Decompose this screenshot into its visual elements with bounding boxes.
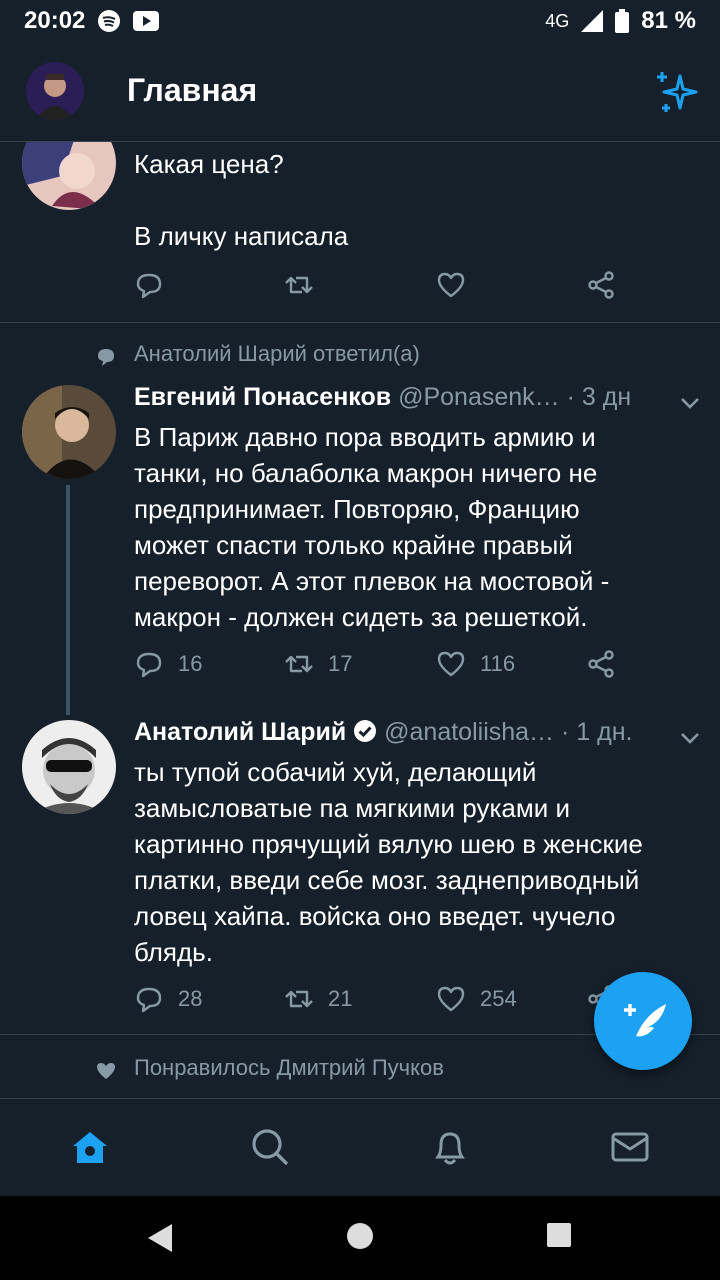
chevron-down-icon[interactable] [678,391,702,415]
tweet-actions [134,270,654,310]
home-icon[interactable] [70,1127,110,1167]
like-button[interactable]: 254 [436,984,517,1014]
status-bar: 20:02 4G 81 % [0,0,720,42]
tweet-text-line: переворот. А этот плевок на мостовой - [134,566,610,596]
social-context: Понравилось Дмитрий Пучков [134,1055,444,1080]
retweet-button[interactable] [284,270,314,300]
reply-button[interactable] [134,270,164,300]
like-icon [437,651,465,677]
social-context: Анатолий Шарий ответил(а) [134,341,420,366]
chevron-down-icon[interactable] [678,726,702,750]
tweet-text-line: В Париж давно пора вводить армию и [134,422,596,452]
tweet-text-line: ловец хайпа. войска оно введет. чучело [134,901,616,931]
tweet-avatar[interactable] [22,142,116,210]
back-icon[interactable] [146,1222,174,1254]
signal-icon [581,10,604,32]
tweet-text-line: платки, введи себе мозг. заднеприводный [134,865,640,895]
tweet-header: Анатолий Шарий @anatoliisha… · 1 дн. [134,718,632,747]
spotify-icon [98,10,121,32]
author-handle[interactable]: @Ponasenk… [398,383,560,411]
youtube-icon [133,11,160,31]
share-button[interactable] [586,270,616,300]
home-circle-icon[interactable] [346,1222,374,1250]
like-icon [437,272,465,298]
tweet-text-line: В личку написала [134,221,349,251]
tweet-actions: 16 17 116 [134,649,654,689]
tweet-text: В Париж давно пора вводить армию и танки… [134,419,609,635]
tweet-avatar[interactable] [22,720,116,814]
reply-count: 28 [178,986,203,1011]
battery-icon [615,9,630,33]
tweet-avatar[interactable] [22,385,116,479]
tweet-text-line: танки, но балаболка макрон ничего не [134,458,598,488]
system-nav-bar [0,1196,720,1280]
tweet-text: ты тупой собачий хуй, делающий замыслова… [134,754,643,970]
compose-icon [624,1004,666,1042]
tweet-card[interactable]: Какая цена? В личку написала [0,142,720,322]
tweet-card[interactable]: Анатолий Шарий ответил(а) Евгений Понасе… [0,323,720,693]
reply-icon [136,273,162,299]
tweet-text-line: ты тупой собачий хуй, делающий [134,757,537,787]
tweet-text-line: предпринимает. Повторяю, Францию [134,494,580,524]
battery-level: 81 % [641,7,696,34]
page-title: Главная [127,72,258,108]
like-button[interactable] [436,270,466,300]
tweet-header: Евгений Понасенков @Ponasenk… · 3 дн [134,383,631,412]
heart-context-icon [97,1063,115,1079]
thread-connector [66,485,70,715]
share-icon [588,650,614,678]
tweet-text-line: макрон - должен сидеть за решеткой. [134,602,588,632]
retweet-button[interactable]: 21 [284,984,352,1014]
mail-icon[interactable] [610,1127,650,1167]
retweet-count: 17 [328,651,353,676]
tweet-text-line: блядь. [134,937,213,967]
compose-button[interactable] [594,972,692,1070]
retweet-button[interactable]: 17 [284,649,352,679]
like-button[interactable]: 116 [436,649,515,679]
tweet-text-line: картинно прячущий вялую шею в женские [134,829,643,859]
reply-context-icon [98,349,114,366]
tweet-text-line: Какая цена? [134,149,284,179]
author-handle[interactable]: @anatoliisha… [384,718,554,746]
timeline[interactable]: Какая цена? В личку написала Анатолий Ша… [0,142,720,1098]
like-count: 254 [480,986,517,1011]
status-time: 20:02 [24,7,86,34]
author-name[interactable]: Анатолий Шарий [134,718,346,746]
recents-icon[interactable] [546,1222,572,1248]
bottom-tab-bar [0,1098,720,1196]
author-name[interactable]: Евгений Понасенков [134,383,391,411]
reply-icon [136,652,162,678]
reply-button[interactable]: 28 [134,984,202,1014]
tweet-time: · 3 дн [566,383,632,411]
verified-icon [354,720,377,742]
sparkle-icon[interactable] [652,68,700,116]
profile-avatar[interactable] [26,62,84,120]
search-icon[interactable] [250,1127,290,1167]
share-button[interactable] [586,649,616,679]
network-type: 4G [545,10,570,31]
reply-button[interactable]: 16 [134,649,202,679]
retweet-icon [285,990,313,1008]
bell-icon[interactable] [430,1127,470,1167]
like-icon [437,986,465,1012]
tweet-text-line: замысловатые па мягкими руками и [134,793,570,823]
tweet-time: · 1 дн. [561,718,633,746]
like-count: 116 [480,651,516,676]
reply-icon [136,987,162,1013]
tweet-actions: 28 21 254 [134,984,654,1024]
app-header: Главная [0,42,720,142]
reply-count: 16 [178,651,203,676]
retweet-icon [285,276,313,294]
retweet-icon [285,655,313,673]
tweet-text-line: может спасти только крайне правый [134,530,573,560]
retweet-count: 21 [328,986,353,1011]
share-icon [588,271,614,299]
